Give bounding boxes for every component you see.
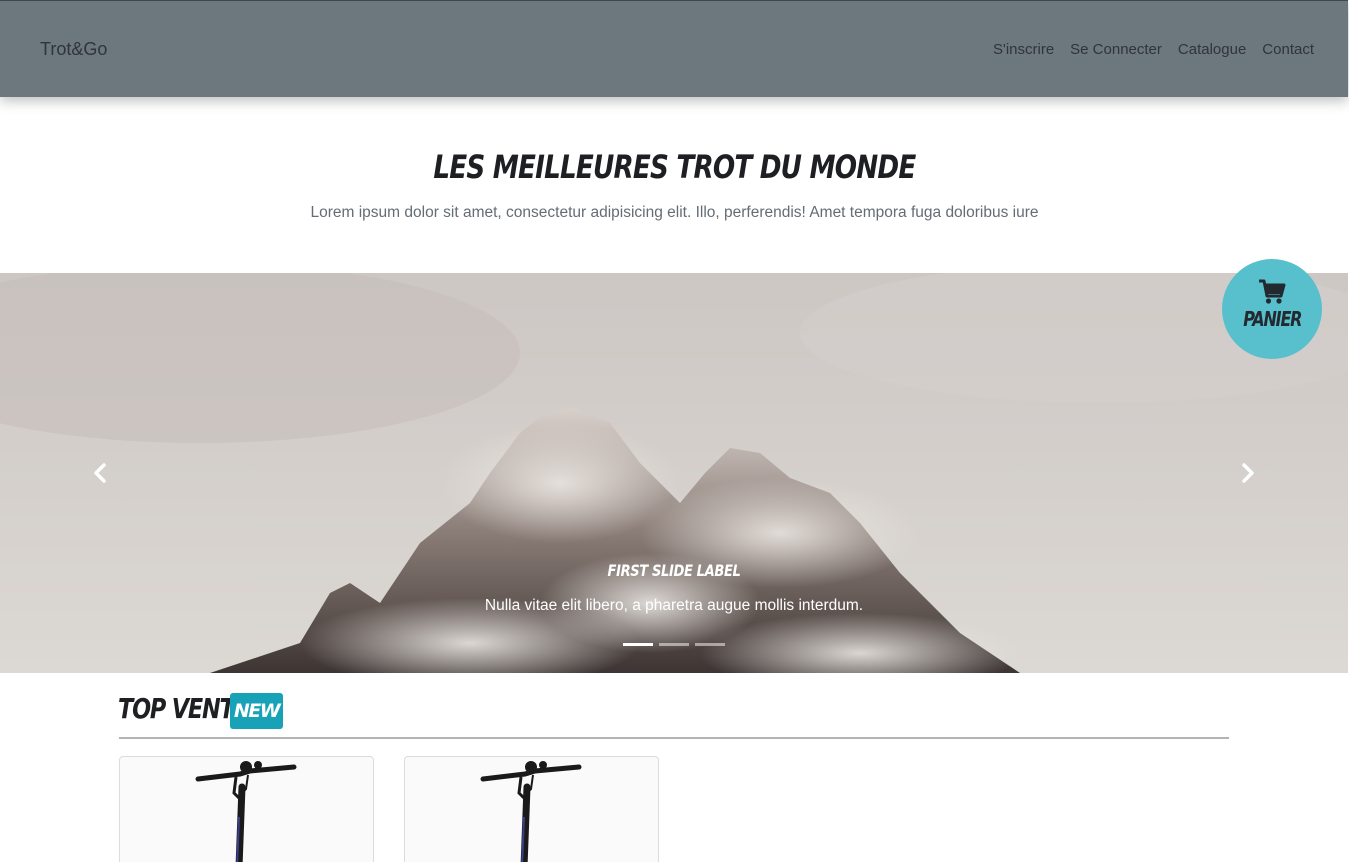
navbar: Trot&Go S'inscrire Se Connecter Catalogu…: [0, 0, 1348, 97]
scooter-image: [480, 761, 582, 862]
cart-label: PANIER: [1242, 307, 1302, 331]
cart-button[interactable]: PANIER: [1222, 259, 1322, 359]
nav-link-signup[interactable]: S'inscrire: [993, 41, 1054, 58]
chevron-left-icon: [94, 463, 106, 483]
nav-link-catalogue[interactable]: Catalogue: [1178, 41, 1246, 58]
carousel-indicator[interactable]: [695, 643, 725, 646]
new-badge: NEW: [230, 693, 283, 729]
section-divider: [119, 737, 1229, 739]
hero-subtitle: Lorem ipsum dolor sit amet, consectetur …: [310, 204, 1039, 221]
carousel-indicator[interactable]: [623, 643, 653, 646]
brand-logo[interactable]: Trot&Go: [40, 39, 107, 60]
carousel-caption-text: Nulla vitae elit libero, a pharetra augu…: [484, 597, 864, 614]
section-title: TOP VENTE: [118, 692, 249, 725]
nav-link-login[interactable]: Se Connecter: [1070, 41, 1162, 58]
carousel-indicators: [623, 643, 725, 646]
carousel: FIRST SLIDE LABEL Nulla vitae elit liber…: [0, 273, 1348, 673]
product-card[interactable]: [404, 756, 659, 862]
carousel-next-button[interactable]: [1232, 458, 1262, 488]
nav-links: S'inscrire Se Connecter Catalogue Contac…: [993, 41, 1314, 58]
carousel-indicator[interactable]: [659, 643, 689, 646]
product-card[interactable]: [119, 756, 374, 862]
scooter-image: [195, 761, 297, 862]
carousel-prev-button[interactable]: [86, 458, 116, 488]
chevron-right-icon: [1242, 463, 1254, 483]
hero-title: LES MEILLEURES TROT DU MONDE: [433, 148, 916, 186]
carousel-caption-title: FIRST SLIDE LABEL: [607, 561, 741, 580]
nav-link-contact[interactable]: Contact: [1262, 41, 1314, 58]
shopping-cart-icon: [1259, 279, 1286, 304]
